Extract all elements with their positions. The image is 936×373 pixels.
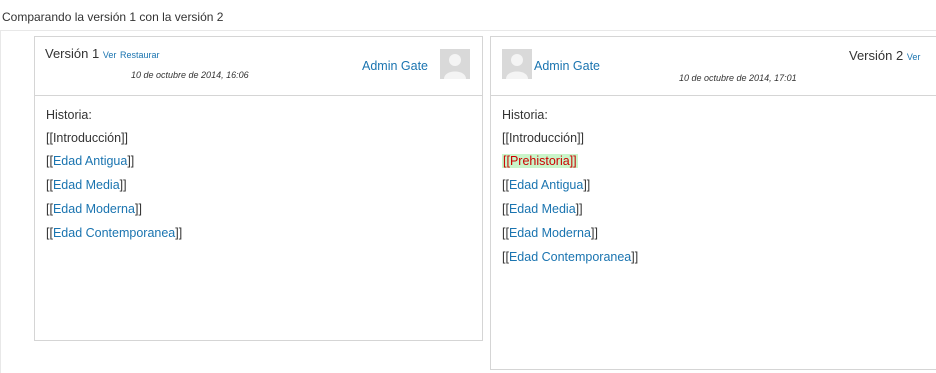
bracket-open: [[	[502, 250, 509, 264]
version-1-header: Versión 1 Ver Restaurar 10 de octubre de…	[35, 37, 482, 96]
content-line: [[Edad Antigua]]	[46, 152, 470, 170]
version-2-content: Historia: [[Introducción]] [[Prehistoria]…	[491, 96, 936, 266]
wiki-text: Introducción	[508, 131, 578, 145]
wiki-link[interactable]: Edad Antigua	[509, 178, 583, 192]
bracket-open: [[	[46, 154, 53, 168]
bracket-open: [[	[502, 131, 509, 145]
bracket-close: ]]	[119, 178, 127, 192]
bracket-open: [[	[46, 178, 53, 192]
user-avatar-icon[interactable]	[440, 49, 470, 79]
wiki-text: Introducción	[52, 131, 122, 145]
bracket-open: [[	[502, 202, 509, 216]
content-line: [[Edad Antigua]]	[502, 176, 936, 194]
version-1-date: 10 de octubre de 2014, 16:06	[131, 70, 249, 80]
wiki-link[interactable]: Edad Media	[53, 178, 120, 192]
version-2-date: 10 de octubre de 2014, 17:01	[679, 73, 797, 83]
bracket-close: ]]	[583, 178, 591, 192]
wiki-link[interactable]: Edad Antigua	[53, 154, 127, 168]
content-heading: Historia:	[502, 108, 548, 122]
version-1-author-link[interactable]: Admin Gate	[362, 59, 428, 73]
bracket-close: ]]	[175, 226, 183, 240]
version-2-view-link[interactable]: Ver	[907, 52, 921, 62]
content-line: [[Introducción]]	[46, 129, 470, 147]
wiki-link[interactable]: Edad Media	[509, 202, 576, 216]
version-1-view-link[interactable]: Ver	[103, 50, 117, 60]
bracket-close: ]]	[575, 202, 583, 216]
content-heading: Historia:	[46, 108, 92, 122]
version-2-title: Versión 2	[849, 48, 904, 63]
version-1-label: Versión 1 Ver Restaurar	[45, 46, 159, 61]
version-2-panel: Admin Gate 10 de octubre de 2014, 17:01 …	[490, 36, 936, 370]
version-2-author-link[interactable]: Admin Gate	[534, 59, 600, 73]
user-avatar-icon[interactable]	[502, 49, 532, 79]
content-line: [[Edad Moderna]]	[46, 200, 470, 218]
wiki-link[interactable]: Edad Contemporanea	[53, 226, 175, 240]
content-line: [[Introducción]]	[502, 129, 936, 147]
bracket-close: ]]	[590, 226, 598, 240]
page-title: Comparando la versión 1 con la versión 2	[2, 10, 224, 24]
version-1-panel: Versión 1 Ver Restaurar 10 de octubre de…	[34, 36, 483, 341]
content-line: [[Edad Moderna]]	[502, 224, 936, 242]
bracket-open: [[	[502, 226, 509, 240]
version-1-title: Versión 1	[45, 46, 100, 61]
bracket-open: [[	[46, 202, 53, 216]
version-1-content: Historia: [[Introducción]] [[Edad Antigua…	[35, 96, 482, 242]
bracket-close: ]]	[631, 250, 639, 264]
bracket-close: ]]	[577, 131, 585, 145]
bracket-close: ]]	[134, 202, 142, 216]
bracket-close: ]]	[127, 154, 135, 168]
inserted-text-highlight: [[Prehistoria]]	[502, 154, 578, 168]
content-line: [[Edad Contemporanea]]	[502, 248, 936, 266]
bracket-open: [[	[46, 226, 53, 240]
bracket-open: [[	[46, 131, 53, 145]
bracket-close: ]]	[121, 131, 129, 145]
content-line: [[Edad Media]]	[502, 200, 936, 218]
content-line: [[Edad Media]]	[46, 176, 470, 194]
inserted-line: [[Prehistoria]]	[502, 152, 936, 170]
content-line: [[Edad Contemporanea]]	[46, 224, 470, 242]
wiki-link[interactable]: Edad Moderna	[509, 226, 591, 240]
version-2-header: Admin Gate 10 de octubre de 2014, 17:01 …	[491, 37, 936, 96]
wiki-link[interactable]: Edad Contemporanea	[509, 250, 631, 264]
bracket-open: [[	[502, 178, 509, 192]
version-2-label: Versión 2 Ver	[849, 48, 920, 63]
wiki-link[interactable]: Edad Moderna	[53, 202, 135, 216]
version-1-restore-link[interactable]: Restaurar	[120, 50, 160, 60]
